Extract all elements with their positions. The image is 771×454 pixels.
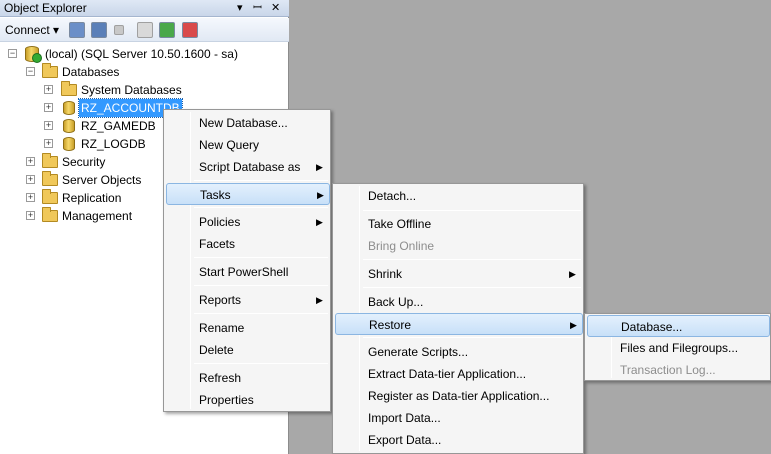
tree-label-security: Security [62,155,106,169]
tree-label-server: (local) (SQL Server 10.50.1600 - sa) [45,47,238,61]
database-icon [63,101,75,115]
refresh-icon[interactable] [159,22,175,38]
menu-item-script-database-as[interactable]: Script Database as ▶ [166,156,328,178]
menu-separator [194,363,328,364]
menu-item-delete[interactable]: Delete [166,339,328,361]
tree-node-server[interactable]: − (local) (SQL Server 10.50.1600 - sa) [0,45,289,63]
object-explorer-title: Object Explorer [4,1,87,15]
tree-label-databases: Databases [62,65,120,79]
activity-monitor-icon[interactable] [182,22,198,38]
menu-separator [363,259,581,260]
menu-item-policies[interactable]: Policies ▶ [166,211,328,233]
menu-separator [194,285,328,286]
expand-icon[interactable]: + [44,103,53,112]
folder-icon [42,153,58,168]
tree-node-databases[interactable]: − Databases [0,63,289,81]
folder-icon [42,171,58,186]
expand-icon[interactable]: + [44,85,53,94]
connect-label: Connect [5,23,50,37]
menu-item-refresh[interactable]: Refresh [166,367,328,389]
menu-item-new-database[interactable]: New Database... [166,112,328,134]
menu-item-import-data[interactable]: Import Data... [335,407,581,429]
tasks-submenu: Detach... Take Offline Bring Online Shri… [332,183,584,454]
menu-item-detach[interactable]: Detach... [335,185,581,207]
server-icon [25,46,42,63]
expand-icon[interactable]: + [26,211,35,220]
filter-icon[interactable] [137,22,153,38]
menu-item-rename[interactable]: Rename [166,317,328,339]
submenu-arrow-icon: ▶ [569,269,576,279]
menu-item-facets[interactable]: Facets [166,233,328,255]
menu-separator [194,207,328,208]
connect-server-icon[interactable] [69,22,85,38]
folder-icon [42,63,58,78]
menu-item-start-powershell[interactable]: Start PowerShell [166,261,328,283]
collapse-icon[interactable]: − [26,67,35,76]
menu-separator [363,287,581,288]
tree-label-system-databases: System Databases [81,83,182,97]
menu-item-restore-database[interactable]: Database... [587,315,770,337]
database-icon [63,137,75,151]
menu-item-back-up[interactable]: Back Up... [335,291,581,313]
expand-icon[interactable]: + [26,157,35,166]
menu-item-reports[interactable]: Reports ▶ [166,289,328,311]
tree-label-replication: Replication [62,191,122,205]
object-explorer-titlebar: Object Explorer ▾ ꟷ ✕ [0,0,289,17]
menu-separator [194,313,328,314]
menu-item-new-query[interactable]: New Query [166,134,328,156]
folder-icon [61,81,77,96]
submenu-arrow-icon: ▶ [316,295,323,305]
menu-separator [363,337,581,338]
menu-item-export-data[interactable]: Export Data... [335,429,581,451]
restore-submenu: Database... Files and Filegroups... Tran… [584,313,771,381]
tree-node-system-databases[interactable]: + System Databases [0,81,289,99]
menu-item-extract-data-tier-application[interactable]: Extract Data-tier Application... [335,363,581,385]
database-icon [63,119,75,133]
menu-item-generate-scripts[interactable]: Generate Scripts... [335,341,581,363]
tree-label-gamedb: RZ_GAMEDB [81,119,156,133]
expand-icon[interactable]: + [44,121,53,130]
connect-button[interactable]: Connect ▾ [5,22,59,38]
menu-separator [363,210,581,211]
context-menu: New Database... New Query Script Databas… [163,109,331,412]
folder-icon [42,189,58,204]
disconnect-server-icon[interactable] [91,22,107,38]
menu-item-restore[interactable]: Restore ▶ [335,313,583,335]
menu-item-restore-files-filegroups[interactable]: Files and Filegroups... [587,337,768,359]
object-explorer-toolbar: Connect ▾ [0,18,289,42]
expand-icon[interactable]: + [44,139,53,148]
menu-item-restore-transaction-log: Transaction Log... [620,363,716,377]
collapse-icon[interactable]: − [8,49,17,58]
tree-label-server-objects: Server Objects [62,173,142,187]
menu-item-properties[interactable]: Properties [166,389,328,411]
connect-dropdown-icon: ▾ [53,23,60,37]
menu-separator [194,180,328,181]
menu-item-bring-online: Bring Online [368,239,435,253]
tree-label-logdb: RZ_LOGDB [81,137,146,151]
menu-item-take-offline[interactable]: Take Offline [335,213,581,235]
submenu-arrow-icon: ▶ [316,162,323,172]
expand-icon[interactable]: + [26,193,35,202]
submenu-arrow-icon: ▶ [570,320,577,330]
menu-item-tasks[interactable]: Tasks ▶ [166,183,330,205]
stop-icon[interactable] [114,25,124,35]
menu-item-register-data-tier-application[interactable]: Register as Data-tier Application... [335,385,581,407]
menu-item-shrink[interactable]: Shrink ▶ [335,263,581,285]
submenu-arrow-icon: ▶ [316,217,323,227]
pin-icon[interactable]: ꟷ [253,0,262,17]
expand-icon[interactable]: + [26,175,35,184]
window-position-dropdown-icon[interactable]: ▾ [237,0,243,17]
tree-label-management: Management [62,209,133,223]
close-icon[interactable]: ✕ [271,0,280,17]
folder-icon [42,207,58,222]
submenu-arrow-icon: ▶ [317,190,324,200]
menu-separator [194,257,328,258]
